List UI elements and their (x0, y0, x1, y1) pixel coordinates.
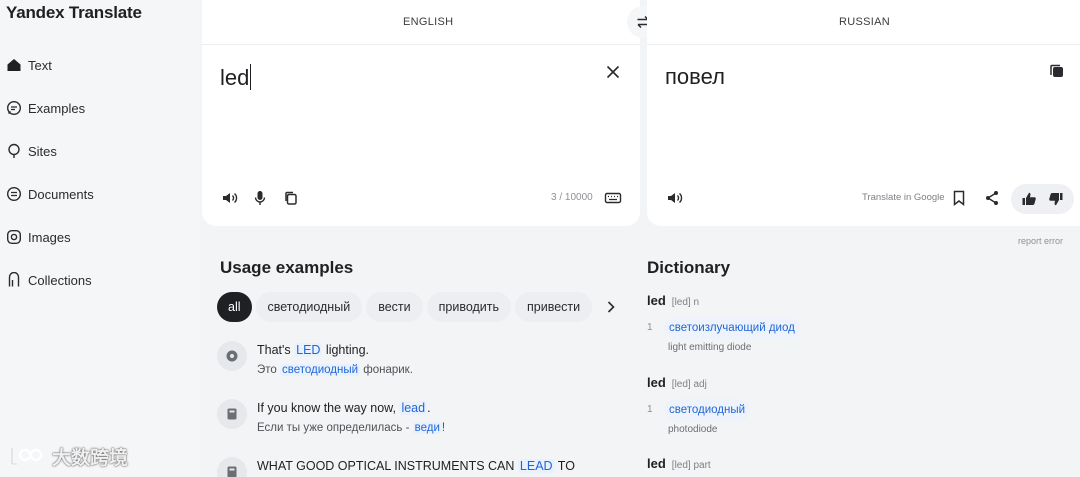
bookmark-icon (953, 190, 965, 207)
sidebar-item-documents[interactable]: Documents (6, 182, 94, 206)
dictionary-pos: [led] part (671, 460, 711, 471)
usage-filter-chips: all светодиодный вести приводить привест… (217, 292, 622, 322)
keyboard-icon (604, 192, 622, 204)
example-highlight[interactable]: светодиодный (280, 364, 361, 376)
globe-pin-icon (8, 143, 20, 158)
target-language-select[interactable]: RUSSIAN (839, 16, 890, 28)
thumbs-down-icon[interactable] (1048, 191, 1064, 207)
chip-privesti[interactable]: привести (515, 292, 593, 322)
dictionary-pos: [led] adj (671, 379, 707, 390)
report-error-link[interactable]: report error (1018, 236, 1063, 246)
sidebar-item-examples[interactable]: Examples (6, 96, 85, 120)
book-icon (227, 466, 237, 477)
listen-translation-button[interactable] (663, 186, 687, 210)
bookmark-icon (8, 272, 20, 287)
sidebar-item-images[interactable]: Images (6, 225, 71, 249)
sidebar: Yandex Translate Text Examples Sites Doc… (0, 0, 200, 477)
watermark: 大数跨境 (8, 443, 128, 470)
listen-source-button[interactable] (218, 186, 242, 210)
source-type-badge (217, 399, 247, 429)
example-highlight[interactable]: LEAD (517, 459, 555, 473)
watermark-text: 大数跨境 (52, 448, 129, 469)
close-icon (606, 65, 620, 79)
sidebar-item-label: Text (28, 57, 52, 73)
sidebar-item-label: Examples (28, 100, 86, 116)
chip-all[interactable]: all (217, 292, 252, 322)
dictionary-gloss: photodiode (668, 424, 718, 435)
speech-bubble-icon (6, 100, 22, 116)
source-panel: ENGLISH led 3 / 10000 (202, 0, 640, 226)
copy-source-button[interactable] (279, 186, 303, 210)
dictionary-entry: led [led] adj 1 светодиодный photodiode (647, 374, 751, 435)
example-russian: Это светодиодный фонарик. (257, 364, 413, 376)
sense-number: 1 (647, 404, 653, 415)
source-text-value: led (220, 65, 250, 90)
sidebar-item-label: Documents (28, 186, 94, 202)
translation-output: повел (665, 64, 725, 89)
dictionary-entry: led [led] n 1 светоизлучающий диод light … (647, 292, 800, 353)
film-reel-icon (226, 350, 238, 362)
dictionary-headword: led (647, 456, 666, 471)
save-to-collection-button[interactable] (947, 186, 971, 210)
copy-icon (1050, 64, 1063, 77)
chevron-right-icon (608, 301, 615, 313)
example-highlight[interactable]: LED (294, 343, 323, 357)
sidebar-item-label: Sites (28, 143, 57, 159)
char-counter: 3 / 10000 (551, 192, 593, 203)
dictionary-title: Dictionary (647, 258, 731, 277)
sidebar-item-sites[interactable]: Sites (6, 139, 57, 163)
example-english: If you know the way now, lead. (257, 401, 431, 415)
speaker-icon (223, 192, 238, 204)
document-icon (6, 186, 22, 202)
thumbs-up-icon[interactable] (1021, 191, 1037, 207)
source-language-select[interactable]: ENGLISH (403, 16, 453, 28)
share-button[interactable] (980, 186, 1004, 210)
dictionary-pos: [led] n (671, 297, 700, 308)
dictionary-headword: led (647, 375, 666, 390)
dictionary-gloss: light emitting diode (668, 342, 752, 353)
sidebar-item-text[interactable]: Text (6, 53, 52, 77)
source-type-badge (217, 341, 247, 371)
sense-number: 1 (647, 322, 653, 333)
dictionary-translation[interactable]: светодиодный (664, 399, 751, 421)
copy-translation-button[interactable] (1045, 60, 1069, 84)
chips-next-button[interactable] (600, 292, 622, 322)
sidebar-item-label: Collections (28, 272, 92, 288)
speaker-icon (668, 192, 683, 204)
sidebar-item-collections[interactable]: Collections (6, 268, 92, 292)
dictionary-headword: led (647, 293, 666, 308)
chip-vesti[interactable]: вести (366, 292, 423, 322)
book-icon (227, 408, 237, 420)
target-panel: RUSSIAN повел Translate in Google (647, 0, 1080, 226)
example-english: That's LED lighting. (257, 343, 370, 357)
sidebar-item-label: Images (28, 229, 71, 245)
source-type-badge (217, 457, 247, 477)
watermark-logo-icon (10, 447, 43, 465)
translate-in-google-link[interactable]: Translate in Google (862, 192, 945, 203)
dictionary-entry: led [led] part (647, 455, 711, 473)
usage-examples-title: Usage examples (220, 258, 354, 277)
clear-button[interactable] (601, 60, 625, 84)
example-english: WHAT GOOD OPTICAL INSTRUMENTS CAN LEAD T… (257, 459, 575, 473)
feedback-group (1011, 184, 1074, 214)
microphone-icon (254, 191, 266, 205)
text-caret (250, 64, 252, 90)
home-icon (7, 59, 21, 71)
divider (202, 44, 640, 45)
source-text-input[interactable]: led (220, 64, 252, 91)
example-highlight[interactable]: веди (412, 422, 442, 434)
voice-input-button[interactable] (248, 186, 272, 210)
example-russian: Если ты уже определилась - веди! (257, 422, 446, 434)
camera-icon (7, 230, 22, 245)
chip-privodit[interactable]: приводить (426, 292, 512, 322)
example-highlight[interactable]: lead (399, 401, 428, 415)
share-icon (986, 191, 998, 205)
copy-icon (285, 191, 297, 205)
dictionary-translation[interactable]: светоизлучающий диод (664, 317, 800, 339)
app-logo[interactable]: Yandex Translate (6, 3, 142, 23)
virtual-keyboard-button[interactable] (601, 186, 625, 210)
divider (647, 44, 1080, 45)
chip-svetodiodny[interactable]: светодиодный (255, 292, 363, 322)
